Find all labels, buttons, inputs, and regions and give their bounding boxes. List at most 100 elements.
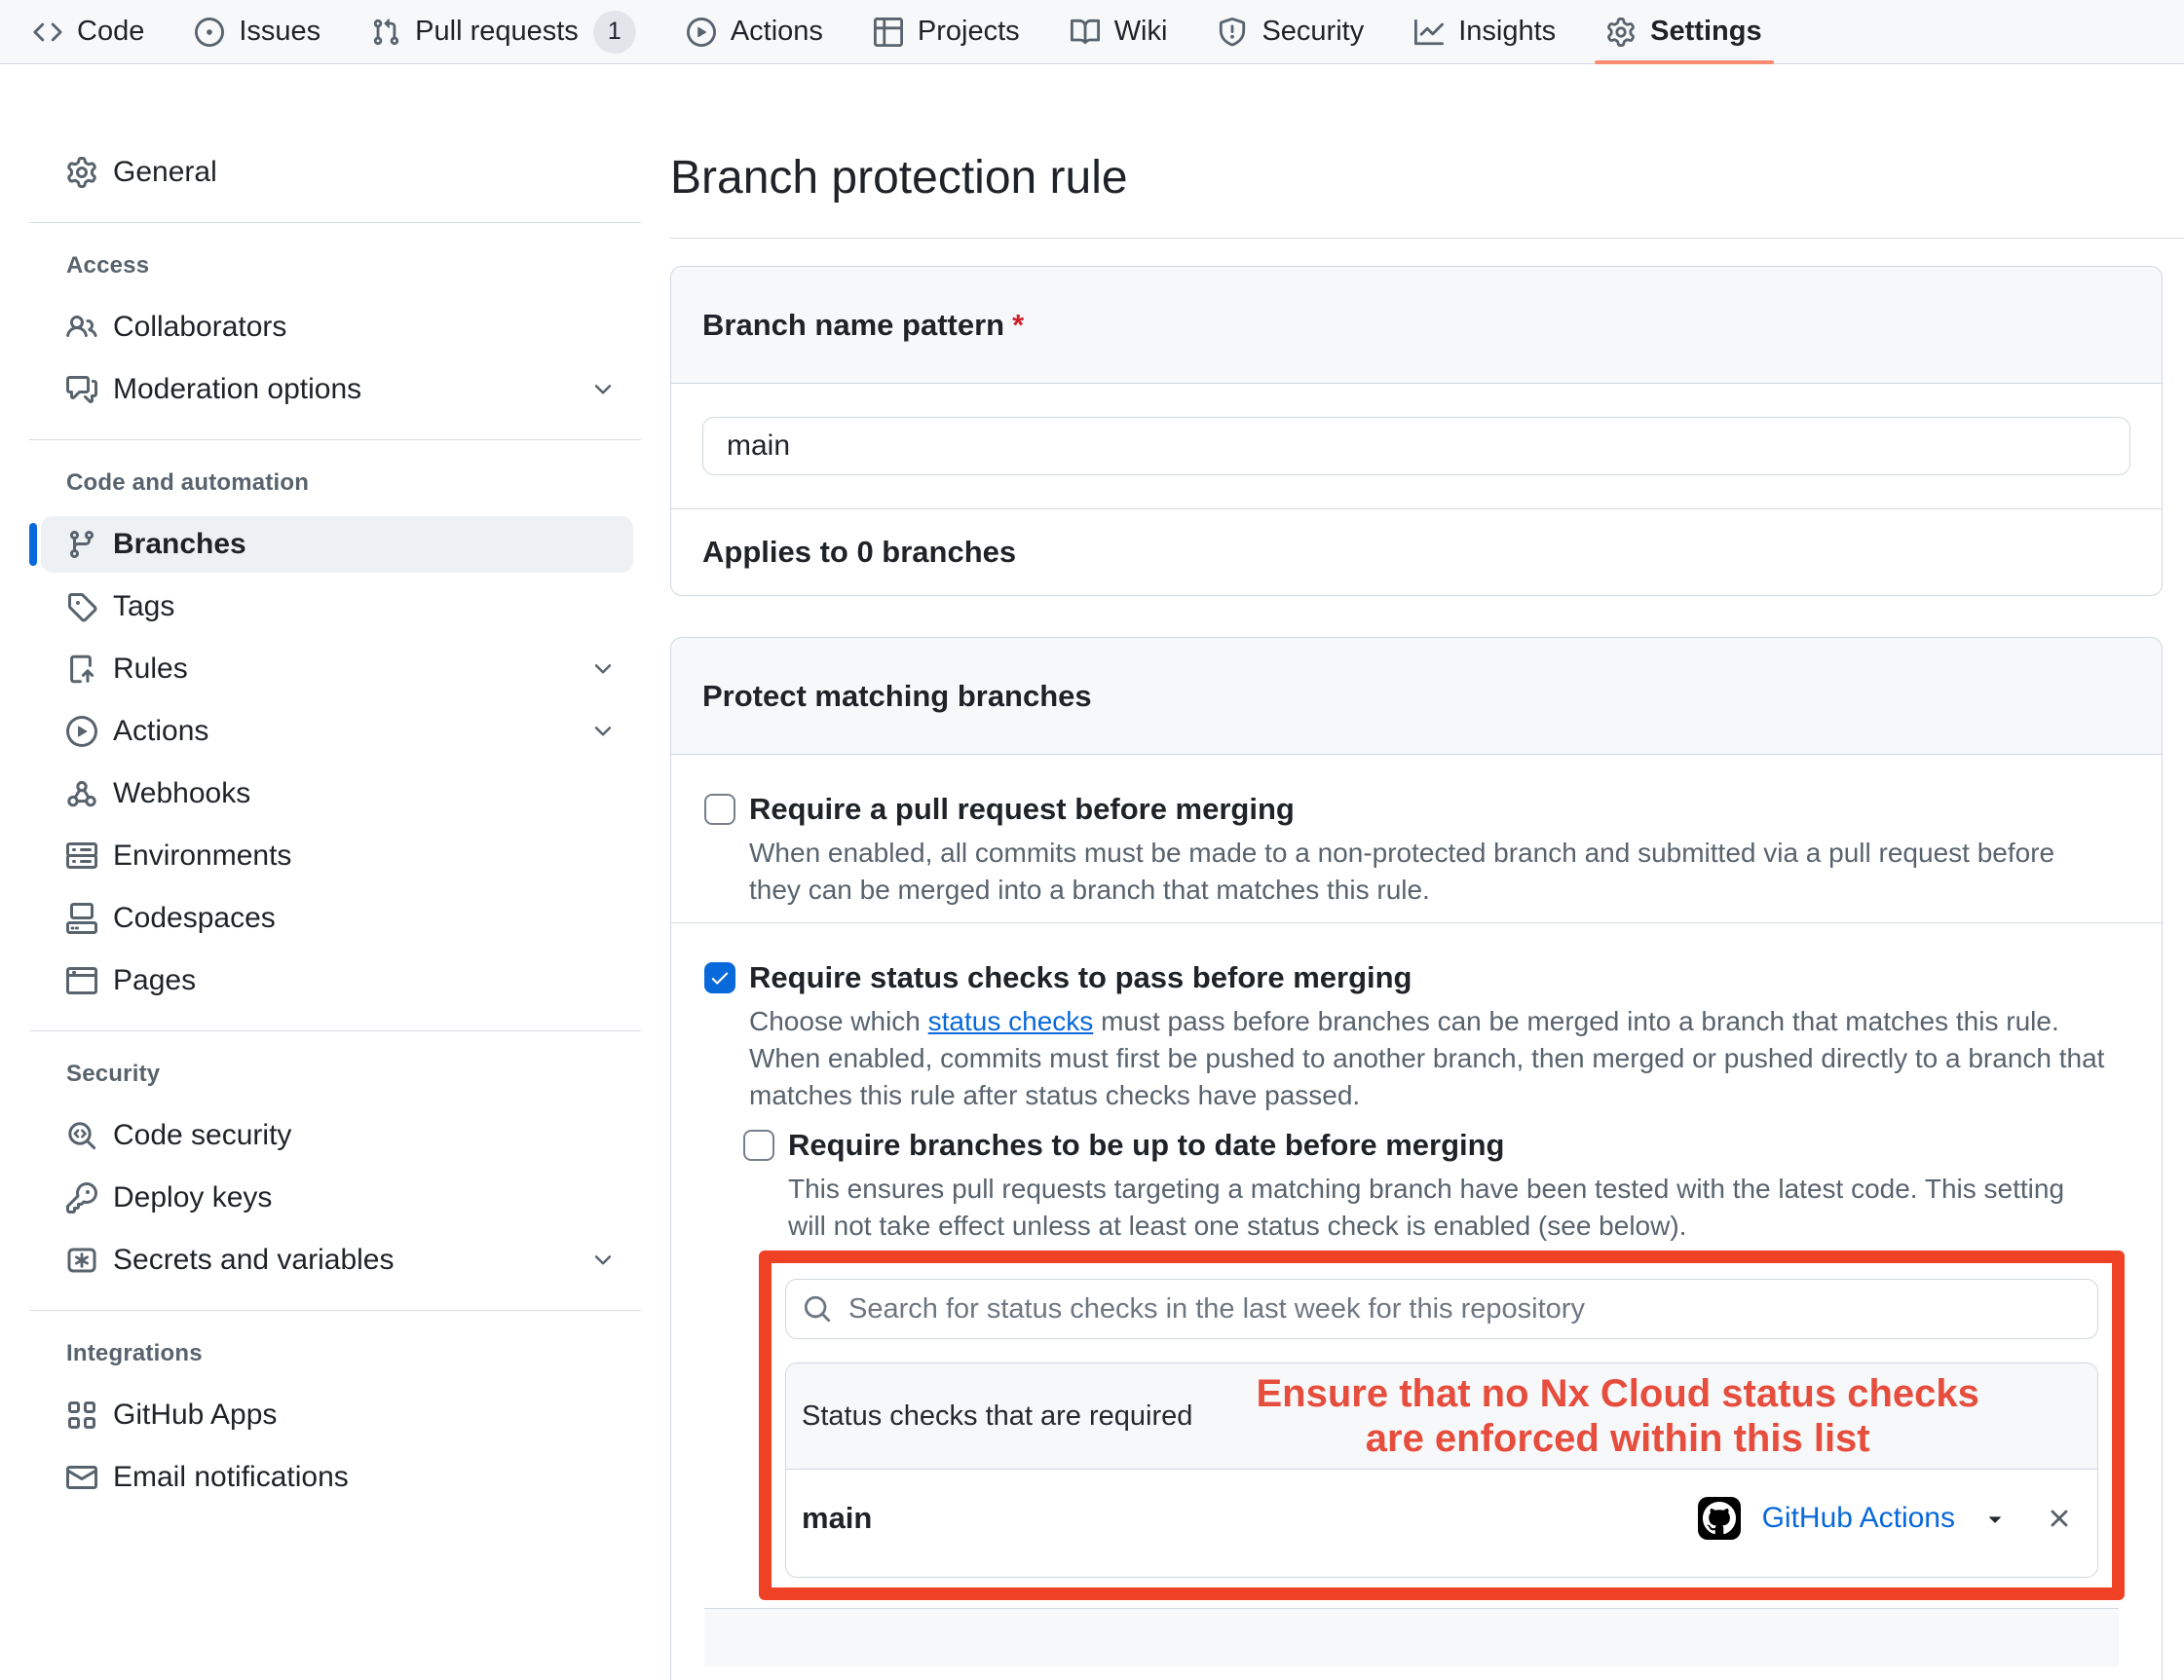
next-section-header-partial (704, 1608, 2119, 1666)
tab-label: Projects (918, 16, 1020, 48)
required-asterisk: * (1012, 308, 1024, 342)
tab-settings[interactable]: Settings (1581, 0, 1787, 63)
sidebar-item-general[interactable]: General (41, 144, 633, 201)
check-icon (709, 967, 731, 989)
sidebar-divider (29, 222, 641, 223)
annotation-line-2: are enforced within this list (1366, 1417, 1870, 1460)
apps-icon (66, 1400, 97, 1431)
caret-down-icon[interactable] (1982, 1506, 2008, 1531)
sidebar-item-label: Pages (113, 964, 196, 997)
gear-icon (1606, 18, 1636, 47)
book-icon (1071, 18, 1100, 47)
sidebar-item-branches[interactable]: Branches (41, 516, 633, 573)
tab-code[interactable]: Code (8, 0, 169, 63)
required-status-checks-list: Status checks that are required Ensure t… (785, 1363, 2098, 1578)
code-icon (33, 18, 62, 47)
settings-content: Branch protection rule Branch name patte… (670, 64, 2163, 1680)
sidebar-item-label: General (113, 156, 217, 189)
sidebar-item-label: Moderation options (113, 373, 361, 406)
protect-matching-branches-header: Protect matching branches (671, 638, 2162, 755)
page-title: Branch protection rule (670, 150, 2163, 206)
tag-icon (66, 591, 97, 622)
status-check-name: main (802, 1501, 1698, 1536)
sidebar-item-codespaces[interactable]: Codespaces (41, 890, 633, 947)
tab-issues[interactable]: Issues (169, 0, 346, 63)
webhook-icon (66, 778, 97, 809)
tab-label: Insights (1458, 16, 1556, 48)
tab-label: Code (77, 16, 144, 48)
rulebook-icon (66, 653, 97, 685)
tab-label: Wiki (1114, 16, 1168, 48)
chevron-down-icon (590, 656, 616, 682)
require-up-to-date-checkbox[interactable] (743, 1130, 774, 1161)
play-icon (66, 716, 97, 747)
sidebar-item-collaborators[interactable]: Collaborators (41, 299, 633, 355)
codespaces-icon (66, 903, 97, 934)
github-actions-link[interactable]: GitHub Actions (1762, 1502, 1955, 1535)
require-pull-request-label[interactable]: Require a pull request before merging (749, 790, 1295, 829)
sidebar-item-moderation-options[interactable]: Moderation options (41, 361, 633, 418)
gear-icon (66, 157, 97, 188)
sidebar-item-pages[interactable]: Pages (41, 952, 633, 1009)
tab-insights[interactable]: Insights (1389, 0, 1581, 63)
tab-security[interactable]: Security (1192, 0, 1389, 63)
status-check-row: main GitHub Actions (786, 1470, 2097, 1577)
require-up-to-date-row: Require branches to be up to date before… (743, 1126, 2119, 1245)
status-check-search-input[interactable] (785, 1279, 2098, 1339)
key-icon (66, 1182, 97, 1213)
tab-pull-requests[interactable]: Pull requests 1 (346, 0, 661, 63)
sidebar-item-github-apps[interactable]: GitHub Apps (41, 1387, 633, 1443)
tab-wiki[interactable]: Wiki (1045, 0, 1193, 63)
sidebar-item-label: Email notifications (113, 1461, 349, 1494)
title-divider (670, 238, 2184, 239)
sidebar-item-label: Collaborators (113, 311, 286, 344)
protect-matching-branches-card: Protect matching branches Require a pull… (670, 637, 2163, 1680)
sidebar-item-label: Deploy keys (113, 1181, 272, 1214)
sidebar-section-title-security: Security (41, 1061, 645, 1088)
browser-icon (66, 965, 97, 996)
sidebar-item-label: Tags (113, 590, 174, 623)
sidebar-item-code-security[interactable]: Code security (41, 1107, 633, 1164)
require-status-checks-row: Require status checks to pass before mer… (671, 923, 2162, 1680)
annotation-highlight-box: Status checks that are required Ensure t… (759, 1251, 2125, 1600)
require-status-checks-checkbox[interactable] (704, 962, 735, 993)
require-up-to-date-label[interactable]: Require branches to be up to date before… (788, 1126, 1505, 1165)
git-branch-icon (66, 529, 97, 560)
people-icon (66, 312, 97, 343)
sidebar-item-environments[interactable]: Environments (41, 828, 633, 884)
sidebar-section-title-code-automation: Code and automation (41, 469, 645, 497)
tab-actions[interactable]: Actions (661, 0, 848, 63)
remove-status-check-icon[interactable] (2045, 1504, 2074, 1533)
sidebar-item-label: Environments (113, 840, 291, 873)
sidebar-item-webhooks[interactable]: Webhooks (41, 765, 633, 822)
github-logo-icon (1698, 1497, 1741, 1540)
tab-projects[interactable]: Projects (848, 0, 1045, 63)
sidebar-divider (29, 1030, 641, 1031)
sidebar-item-actions[interactable]: Actions (41, 703, 633, 760)
comment-discussion-icon (66, 374, 97, 405)
sidebar-item-rules[interactable]: Rules (41, 641, 633, 697)
sidebar-item-label: Codespaces (113, 902, 276, 935)
chevron-down-icon (590, 1248, 616, 1273)
require-pull-request-checkbox[interactable] (704, 794, 735, 825)
tab-label: Actions (731, 16, 823, 48)
sidebar-item-secrets-variables[interactable]: Secrets and variables (41, 1232, 633, 1288)
sidebar-item-label: Code security (113, 1119, 291, 1152)
sidebar-divider (29, 1310, 641, 1311)
sidebar-item-email-notifications[interactable]: Email notifications (41, 1449, 633, 1506)
require-pull-request-row: Require a pull request before merging Wh… (671, 755, 2162, 922)
branch-name-pattern-card: Branch name pattern* Applies to 0 branch… (670, 266, 2163, 596)
branch-name-pattern-label: Branch name pattern (702, 308, 1004, 342)
sidebar-item-label: Branches (113, 528, 246, 561)
sidebar-item-label: Webhooks (113, 777, 250, 810)
sidebar-section-title-integrations: Integrations (41, 1340, 645, 1367)
sidebar-item-tags[interactable]: Tags (41, 579, 633, 635)
sidebar-item-deploy-keys[interactable]: Deploy keys (41, 1170, 633, 1226)
sidebar-item-label: Secrets and variables (113, 1244, 395, 1277)
projects-icon (874, 18, 903, 47)
play-icon (687, 18, 716, 47)
status-checks-link[interactable]: status checks (928, 1006, 1094, 1036)
require-status-checks-label[interactable]: Require status checks to pass before mer… (749, 958, 1412, 997)
branch-name-pattern-input[interactable] (702, 417, 2130, 475)
tab-label: Issues (239, 16, 320, 48)
